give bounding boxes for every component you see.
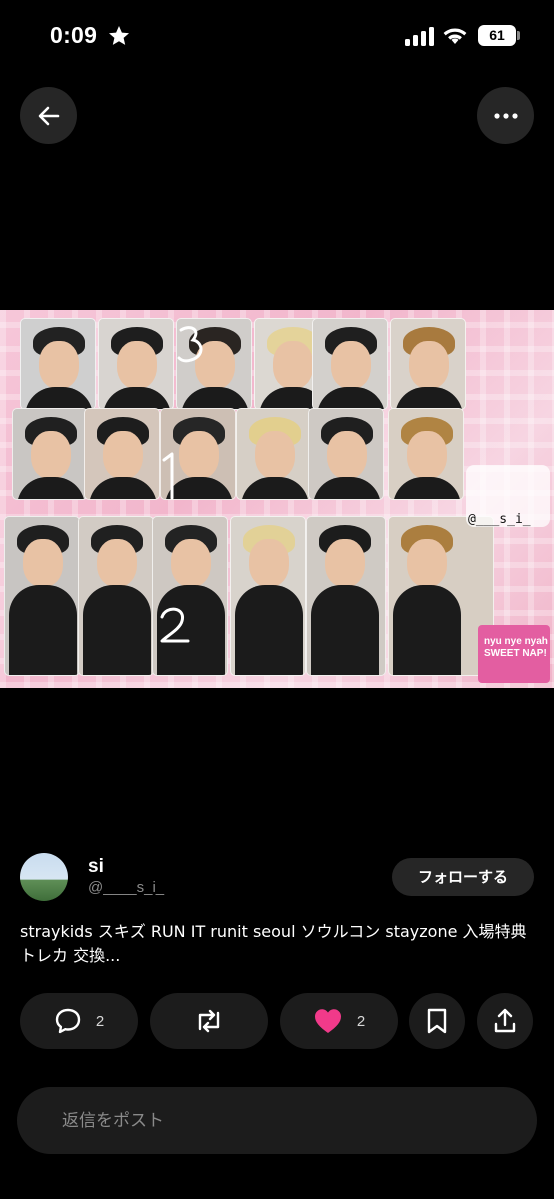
reply-button[interactable]: 2 xyxy=(20,993,138,1049)
photocard xyxy=(84,408,160,500)
photocard xyxy=(306,516,386,676)
status-time: 0:09 xyxy=(50,22,98,48)
reply-input[interactable] xyxy=(62,1087,502,1154)
arrow-left-icon xyxy=(38,106,59,125)
repost-icon xyxy=(198,1009,220,1033)
like-count: 2 xyxy=(356,1012,366,1030)
number-2-marking xyxy=(160,607,190,643)
photocard xyxy=(388,408,464,500)
photocard xyxy=(20,318,96,410)
photo-watermark: @___s_i_ xyxy=(468,512,531,527)
photocard xyxy=(4,516,80,676)
bookmark-button[interactable] xyxy=(409,993,465,1049)
photocard xyxy=(12,408,88,500)
reply-composer[interactable] xyxy=(17,1087,537,1154)
share-icon xyxy=(494,1008,516,1033)
photocard xyxy=(236,408,312,500)
photocard xyxy=(390,318,466,410)
photocard xyxy=(312,318,388,410)
bookmark-icon xyxy=(427,1008,447,1034)
number-3-marking xyxy=(177,326,203,363)
photocard xyxy=(78,516,154,676)
author-name[interactable]: si xyxy=(88,856,104,878)
photocard xyxy=(230,516,306,676)
battery-icon: 61 xyxy=(478,25,516,46)
signal-icon xyxy=(405,27,434,46)
more-options-button[interactable] xyxy=(477,87,534,144)
author-handle[interactable]: @____s_i_ xyxy=(88,879,164,896)
photocard xyxy=(98,318,174,410)
number-1-marking xyxy=(162,452,174,500)
follow-button[interactable]: フォローする xyxy=(392,858,534,896)
reply-count: 2 xyxy=(95,1012,105,1030)
status-bar: 0:09 61 xyxy=(0,0,554,72)
heart-icon xyxy=(314,1009,341,1033)
wifi-icon xyxy=(443,28,467,44)
like-button[interactable]: 2 xyxy=(280,993,398,1049)
share-button[interactable] xyxy=(477,993,533,1049)
comment-icon xyxy=(55,1008,81,1034)
sticker-text: nyu nye nyah SWEET NAP! xyxy=(484,636,548,659)
star-icon xyxy=(109,26,129,45)
photocard xyxy=(152,516,228,676)
battery-cap xyxy=(517,31,520,40)
photocard xyxy=(308,408,384,500)
more-horizontal-icon xyxy=(493,112,518,119)
repost-button[interactable] xyxy=(150,993,268,1049)
avatar[interactable] xyxy=(20,853,68,901)
back-button[interactable] xyxy=(20,87,77,144)
post-text[interactable]: straykids スキズ RUN IT runit seoul ソウルコン s… xyxy=(20,920,540,968)
